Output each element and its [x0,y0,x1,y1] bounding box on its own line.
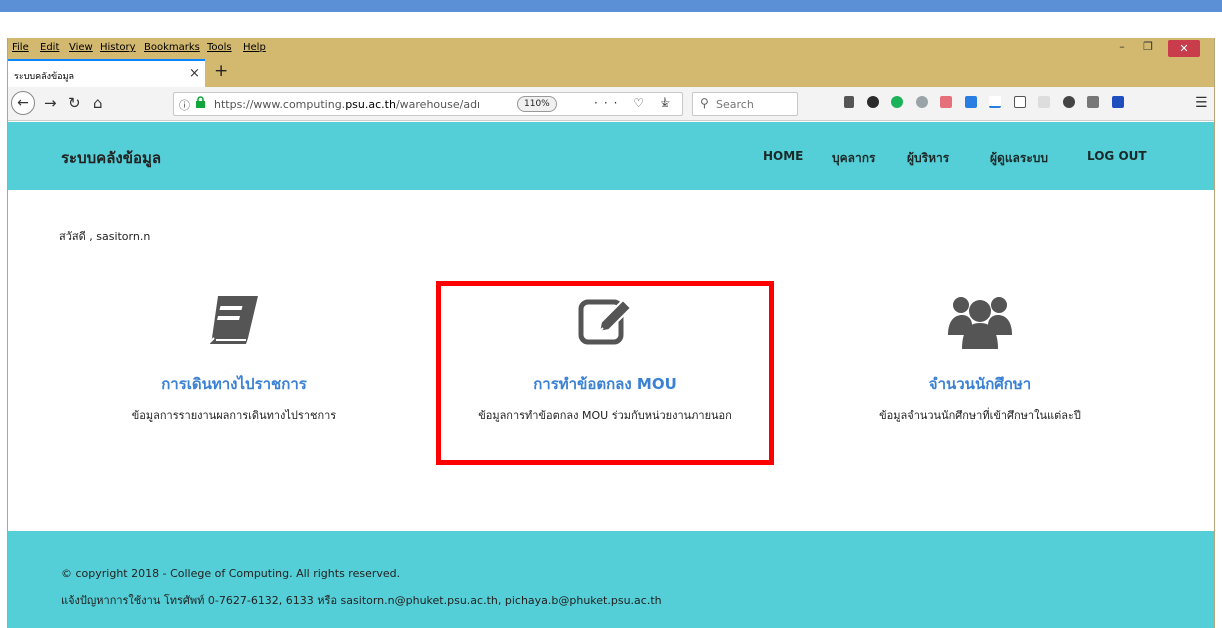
book-icon [74,287,394,352]
extension-icons [844,95,1133,108]
browser-window: File Edit View History Bookmarks Tools H… [7,38,1215,628]
extension-dark2-icon[interactable] [1062,96,1075,108]
menu-history[interactable]: History [100,42,136,53]
menu-edit[interactable]: Edit [40,42,59,53]
menu-bookmarks[interactable]: Bookmarks [144,42,200,53]
menu-file[interactable]: File [12,42,29,53]
url-bar[interactable]: ⓘ https://www.computing.psu.ac.th/wareho… [173,92,683,116]
minimize-button[interactable]: – [1114,40,1130,57]
footer-copyright: © copyright 2018 - College of Computing.… [61,567,401,580]
url-text[interactable]: https://www.computing.psu.ac.th/warehous… [214,98,479,111]
top-stripe [0,0,1222,12]
card-title[interactable]: การเดินทางไปราชการ [74,372,394,396]
library-icon[interactable] [844,96,854,108]
back-icon[interactable]: ← [11,91,35,115]
extension-blue-icon[interactable] [964,96,977,108]
greeting-text: สวัสดี , sasitorn.n [59,230,151,243]
search-icon: ⚲ [700,96,709,110]
nav-home[interactable]: HOME [763,149,803,163]
card-travel[interactable]: การเดินทางไปราชการ ข้อมูลการรายงานผลการเ… [74,287,394,424]
extension-gray-icon[interactable] [915,96,928,108]
download-icon[interactable]: ⤓ [662,95,668,110]
reader-icon[interactable] [1038,96,1050,108]
menu-view[interactable]: View [69,42,93,53]
extension-shield-icon[interactable] [1111,96,1124,108]
search-placeholder: Search [716,98,754,111]
close-window-button[interactable]: ✕ [1168,40,1200,57]
highlight-box [436,281,774,465]
card-students[interactable]: จำนวนนักศึกษา ข้อมูลจำนวนนักศึกษาที่เข้า… [820,287,1140,424]
card-description: ข้อมูลจำนวนนักศึกษาที่เข้าศึกษาในแต่ละปี [879,409,1081,422]
site-header: ระบบคลังข้อมูล HOME บุคลากร ผู้บริหาร ผู… [8,122,1214,190]
tab-title: ระบบคลังข้อมูล [14,72,75,82]
menu-bar: File Edit View History Bookmarks Tools H… [8,38,1214,59]
site-brand[interactable]: ระบบคลังข้อมูล [61,146,161,170]
search-bar[interactable]: ⚲ Search [692,92,798,116]
nav-personnel[interactable]: บุคลากร [832,149,875,168]
card-title[interactable]: จำนวนนักศึกษา [820,372,1140,396]
menu-hamburger-icon[interactable]: ☰ [1195,95,1208,111]
screen-gap [0,12,1222,38]
nav-logout[interactable]: LOG OUT [1087,149,1147,163]
new-tab-button[interactable]: + [214,61,228,81]
extension-red-icon[interactable] [940,96,952,108]
users-icon [820,287,1140,352]
tab-close-icon[interactable]: × [189,66,200,81]
nav-admin[interactable]: ผู้ดูแลระบบ [990,149,1048,168]
nav-executives[interactable]: ผู้บริหาร [907,149,949,168]
zoom-badge[interactable]: 110% [517,96,557,112]
sidebar-icon[interactable] [1013,96,1026,108]
menu-help[interactable]: Help [243,42,266,53]
menu-tools[interactable]: Tools [207,42,232,53]
downloads-icon[interactable] [989,96,1001,108]
restore-button[interactable]: ❐ [1140,40,1156,57]
more-actions-icon[interactable]: ··· [594,96,623,110]
forward-icon[interactable]: → [44,94,57,112]
home-icon[interactable]: ⌂ [93,94,103,112]
tab-active[interactable]: ระบบคลังข้อมูล × [8,59,205,87]
site-footer: © copyright 2018 - College of Computing.… [8,531,1214,628]
pocket-icon[interactable]: ♡ [633,96,650,110]
footer-contact: แจ้งปัญหาการใช้งาน โทรศัพท์ 0-7627-6132,… [61,594,662,607]
extension-dark-icon[interactable] [866,96,879,108]
lock-icon [195,96,206,111]
reload-icon[interactable]: ↻ [68,94,81,112]
nav-toolbar: ← → ↻ ⌂ ⓘ https://www.computing.psu.ac.t… [8,87,1214,121]
tab-strip: ระบบคลังข้อมูล × + [8,59,1214,87]
extension-gray2-icon[interactable] [1087,96,1099,108]
card-description: ข้อมูลการรายงานผลการเดินทางไปราชการ [131,409,337,422]
web-page: ระบบคลังข้อมูล HOME บุคลากร ผู้บริหาร ผู… [8,122,1214,628]
grammarly-icon[interactable] [891,96,903,108]
info-icon[interactable]: ⓘ [179,97,190,113]
